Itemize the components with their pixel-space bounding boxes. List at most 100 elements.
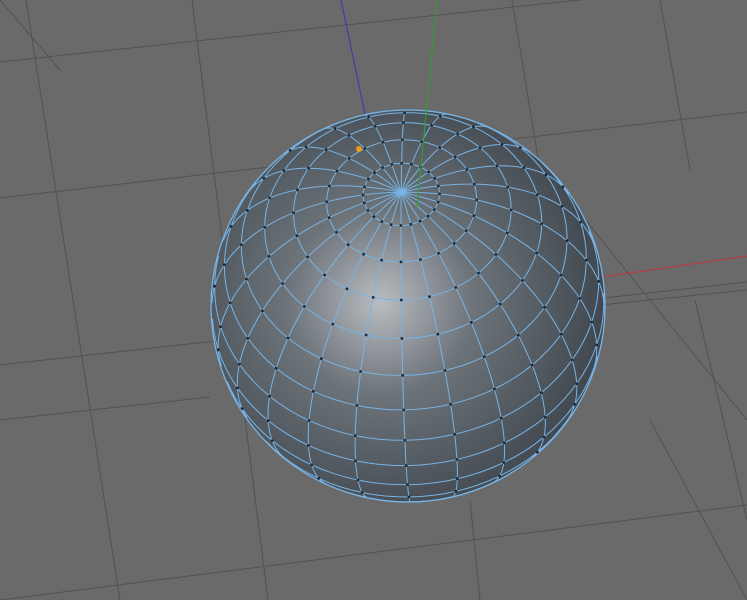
mesh-vertex[interactable] xyxy=(430,124,433,127)
mesh-vertex[interactable] xyxy=(292,211,295,215)
mesh-vertex[interactable] xyxy=(561,185,565,189)
mesh-vertex[interactable] xyxy=(373,171,376,175)
mesh-vertex[interactable] xyxy=(366,209,370,212)
mesh-vertex[interactable] xyxy=(359,370,362,373)
mesh-vertex[interactable] xyxy=(307,444,310,447)
mesh-vertex[interactable] xyxy=(361,193,365,197)
mesh-vertex[interactable] xyxy=(573,402,577,406)
mesh-vertex[interactable] xyxy=(543,305,546,309)
mesh-vertex[interactable] xyxy=(371,296,375,299)
mesh-vertex[interactable] xyxy=(307,419,311,422)
mesh-vertex[interactable] xyxy=(410,162,413,166)
mesh-vertex[interactable] xyxy=(240,407,244,410)
mesh-vertex[interactable] xyxy=(437,251,440,255)
mesh-vertex[interactable] xyxy=(307,166,310,170)
mesh-vertex[interactable] xyxy=(498,474,501,478)
mesh-vertex[interactable] xyxy=(400,161,404,165)
mesh-vertex[interactable] xyxy=(354,459,357,463)
mesh-vertex[interactable] xyxy=(228,301,232,305)
mesh-vertex[interactable] xyxy=(263,225,267,229)
mesh-vertex[interactable] xyxy=(575,382,579,385)
mesh-vertex[interactable] xyxy=(419,258,422,261)
mesh-vertex[interactable] xyxy=(380,258,383,262)
mesh-vertex[interactable] xyxy=(522,166,526,170)
mesh-vertex[interactable] xyxy=(328,184,331,188)
mesh-vertex[interactable] xyxy=(438,114,442,118)
mesh-vertex[interactable] xyxy=(216,348,220,352)
mesh-vertex[interactable] xyxy=(236,386,239,390)
mesh-vertex[interactable] xyxy=(543,415,547,419)
mesh-vertex[interactable] xyxy=(347,157,351,160)
mesh-vertex[interactable] xyxy=(295,234,299,238)
mesh-vertex[interactable] xyxy=(495,164,499,168)
mesh-vertex[interactable] xyxy=(390,163,394,166)
mesh-vertex[interactable] xyxy=(456,132,459,136)
mesh-vertex[interactable] xyxy=(519,146,522,149)
mesh-vertex[interactable] xyxy=(452,242,456,245)
mesh-vertex[interactable] xyxy=(433,177,436,180)
mesh-vertex[interactable] xyxy=(246,336,250,340)
mesh-vertex[interactable] xyxy=(353,434,357,437)
mesh-vertex[interactable] xyxy=(399,260,403,264)
mesh-vertex[interactable] xyxy=(454,286,458,289)
mesh-vertex[interactable] xyxy=(539,391,543,395)
mesh-vertex[interactable] xyxy=(345,287,349,291)
mesh-vertex[interactable] xyxy=(455,458,459,461)
mesh-vertex[interactable] xyxy=(436,332,440,336)
mesh-vertex[interactable] xyxy=(469,321,473,324)
mesh-vertex[interactable] xyxy=(536,450,539,454)
mesh-vertex[interactable] xyxy=(381,140,385,144)
mesh-vertex[interactable] xyxy=(579,220,582,224)
mesh-vertex[interactable] xyxy=(362,252,365,256)
mesh-vertex[interactable] xyxy=(454,489,458,493)
mesh-vertex[interactable] xyxy=(559,273,563,277)
sphere-object[interactable] xyxy=(210,109,606,503)
mesh-vertex[interactable] xyxy=(401,138,404,142)
mesh-vertex[interactable] xyxy=(472,214,476,218)
mesh-vertex[interactable] xyxy=(472,125,475,129)
mesh-vertex[interactable] xyxy=(465,168,469,171)
mesh-vertex[interactable] xyxy=(530,363,534,367)
mesh-vertex[interactable] xyxy=(455,477,459,481)
mesh-vertex[interactable] xyxy=(364,333,368,337)
mesh-vertex[interactable] xyxy=(565,239,569,243)
mesh-vertex[interactable] xyxy=(355,404,359,407)
mesh-vertex[interactable] xyxy=(281,282,284,285)
mesh-vertex[interactable] xyxy=(535,251,538,255)
mesh-vertex[interactable] xyxy=(223,263,226,267)
mesh-vertex[interactable] xyxy=(312,389,315,393)
mesh-vertex[interactable] xyxy=(304,145,308,149)
mesh-vertex[interactable] xyxy=(560,205,564,208)
mesh-vertex[interactable] xyxy=(363,147,367,150)
mesh-vertex[interactable] xyxy=(493,387,496,391)
mesh-vertex[interactable] xyxy=(502,441,506,445)
selected-vertex[interactable] xyxy=(356,146,362,152)
mesh-vertex[interactable] xyxy=(367,177,370,181)
mesh-vertex[interactable] xyxy=(475,198,478,202)
mesh-vertex[interactable] xyxy=(389,223,393,227)
mesh-vertex[interactable] xyxy=(346,243,350,247)
mesh-vertex[interactable] xyxy=(373,124,377,128)
mesh-vertex[interactable] xyxy=(323,273,326,277)
mesh-vertex[interactable] xyxy=(499,416,503,420)
mesh-vertex[interactable] xyxy=(372,215,376,219)
mesh-vertex[interactable] xyxy=(407,495,411,499)
mesh-vertex[interactable] xyxy=(540,222,544,226)
mesh-vertex[interactable] xyxy=(542,435,546,439)
mesh-vertex[interactable] xyxy=(544,173,548,177)
mesh-vertex[interactable] xyxy=(597,280,601,283)
mesh-vertex[interactable] xyxy=(362,201,366,205)
mesh-vertex[interactable] xyxy=(453,432,456,436)
mesh-vertex[interactable] xyxy=(399,298,403,302)
mesh-vertex[interactable] xyxy=(288,149,292,152)
mesh-vertex[interactable] xyxy=(478,146,482,150)
mesh-vertex[interactable] xyxy=(453,155,457,159)
mesh-vertex[interactable] xyxy=(403,438,407,442)
mesh-vertex[interactable] xyxy=(266,419,270,422)
mesh-vertex[interactable] xyxy=(559,332,563,336)
mesh-vertex[interactable] xyxy=(274,366,278,370)
mesh-vertex[interactable] xyxy=(402,408,406,412)
mesh-vertex[interactable] xyxy=(401,121,405,125)
mesh-vertex[interactable] xyxy=(347,133,351,137)
mesh-vertex[interactable] xyxy=(335,230,338,234)
